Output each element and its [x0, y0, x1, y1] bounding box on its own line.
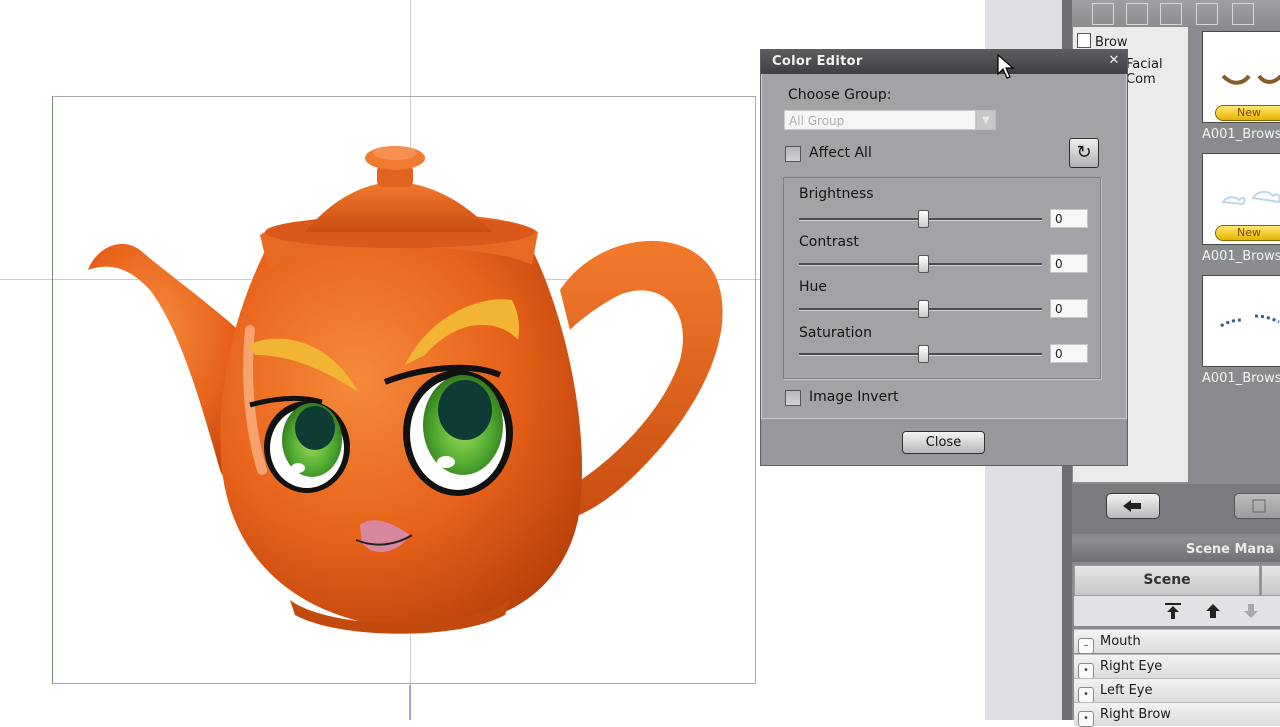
group-select[interactable]: All Group: [784, 110, 976, 130]
back-arrow-icon: [1123, 500, 1141, 512]
teapot-handle: [560, 240, 723, 520]
move-down-icon[interactable]: [1240, 600, 1262, 622]
document-icon[interactable]: [1126, 3, 1148, 25]
thumbnail-label: A001_Brows: [1202, 249, 1280, 264]
visibility-icon[interactable]: •: [1078, 711, 1094, 727]
dialog-titlebar[interactable]: Color Editor ✕: [761, 50, 1127, 74]
move-to-top-icon[interactable]: [1162, 600, 1184, 622]
brow-preview-icon: [1221, 190, 1280, 206]
teapot-lid: [305, 182, 492, 232]
scene-row-left-eye[interactable]: • Left Eye: [1074, 678, 1280, 703]
close-button[interactable]: Close: [902, 431, 985, 454]
image-invert-checkbox[interactable]: [785, 390, 801, 406]
brow-preview-icon: [1220, 314, 1280, 328]
scene-manager-title: Scene Mana: [1186, 542, 1275, 557]
refresh-icon: ↻: [1076, 142, 1092, 163]
new-badge: New: [1215, 225, 1280, 241]
brightness-slider-handle[interactable]: [918, 210, 929, 228]
new-badge: New: [1215, 105, 1280, 121]
saturation-label: Saturation: [799, 325, 872, 341]
thumbnail-label: A001_Brows: [1202, 371, 1280, 386]
saturation-value[interactable]: 0: [1050, 344, 1088, 363]
move-up-icon[interactable]: [1202, 600, 1224, 622]
visibility-icon[interactable]: •: [1078, 687, 1094, 703]
back-button[interactable]: [1106, 493, 1160, 519]
close-icon[interactable]: ✕: [1107, 53, 1121, 69]
visibility-icon[interactable]: –: [1078, 638, 1094, 654]
visibility-icon[interactable]: •: [1078, 663, 1094, 679]
contrast-slider-handle[interactable]: [918, 255, 929, 273]
tree-item-brow[interactable]: Brow: [1077, 33, 1128, 50]
tree-item-facial[interactable]: Facial Com: [1126, 57, 1188, 87]
thumbnail-gallery: New A001_Brows New A001_Brows A001_Brows: [1188, 27, 1280, 482]
scene-manager-header: Scene Mana: [1072, 538, 1280, 562]
hue-label: Hue: [799, 279, 828, 295]
brow-preview-icon: [1221, 74, 1280, 85]
adjustment-group: Brightness 0 Contrast 0 Hue 0 Saturation…: [783, 177, 1101, 379]
choose-group-label: Choose Group:: [788, 87, 892, 103]
hue-slider-handle[interactable]: [918, 300, 929, 318]
content-toolbar: [1072, 0, 1280, 27]
delete-icon[interactable]: [1232, 3, 1254, 25]
folder-icon[interactable]: [1092, 3, 1114, 25]
tab-scene[interactable]: Scene: [1074, 565, 1260, 596]
hue-value[interactable]: 0: [1050, 299, 1088, 318]
scene-toolbar: [1074, 596, 1280, 626]
paste-icon[interactable]: [1196, 3, 1218, 25]
affect-all-checkbox[interactable]: [785, 146, 801, 162]
sync-button[interactable]: ↻: [1069, 138, 1099, 168]
copy-icon[interactable]: [1160, 3, 1182, 25]
add-button[interactable]: [1234, 493, 1280, 519]
scene-row-right-brow[interactable]: • Right Brow: [1074, 702, 1280, 727]
saturation-slider-handle[interactable]: [918, 345, 929, 363]
dialog-button-bar: Close: [761, 419, 1127, 465]
brightness-value[interactable]: 0: [1050, 209, 1088, 228]
affect-all-label: Affect All: [809, 145, 872, 161]
thumbnail-label: A001_Brows: [1202, 127, 1280, 142]
contrast-value[interactable]: 0: [1050, 254, 1088, 273]
color-editor-dialog: Color Editor ✕ Choose Group: All Group ▼…: [760, 49, 1128, 466]
scene-row-right-eye[interactable]: • Right Eye: [1074, 654, 1280, 679]
image-invert-label: Image Invert: [809, 389, 899, 405]
add-icon: [1252, 499, 1266, 513]
content-nav-bar: [1072, 484, 1280, 534]
thumbnail-card[interactable]: New: [1202, 153, 1280, 245]
thumbnail-card[interactable]: [1202, 275, 1280, 367]
contrast-label: Contrast: [799, 234, 859, 250]
chevron-down-icon[interactable]: ▼: [976, 110, 996, 130]
brightness-label: Brightness: [799, 186, 874, 202]
dialog-title: Color Editor: [772, 54, 863, 69]
mouse-cursor-icon: [997, 54, 1015, 79]
folder-icon: [1077, 33, 1091, 48]
thumbnail-card[interactable]: New: [1202, 31, 1280, 123]
scene-row-mouth[interactable]: – Mouth: [1074, 629, 1280, 654]
tab-scene-next[interactable]: [1261, 565, 1280, 596]
